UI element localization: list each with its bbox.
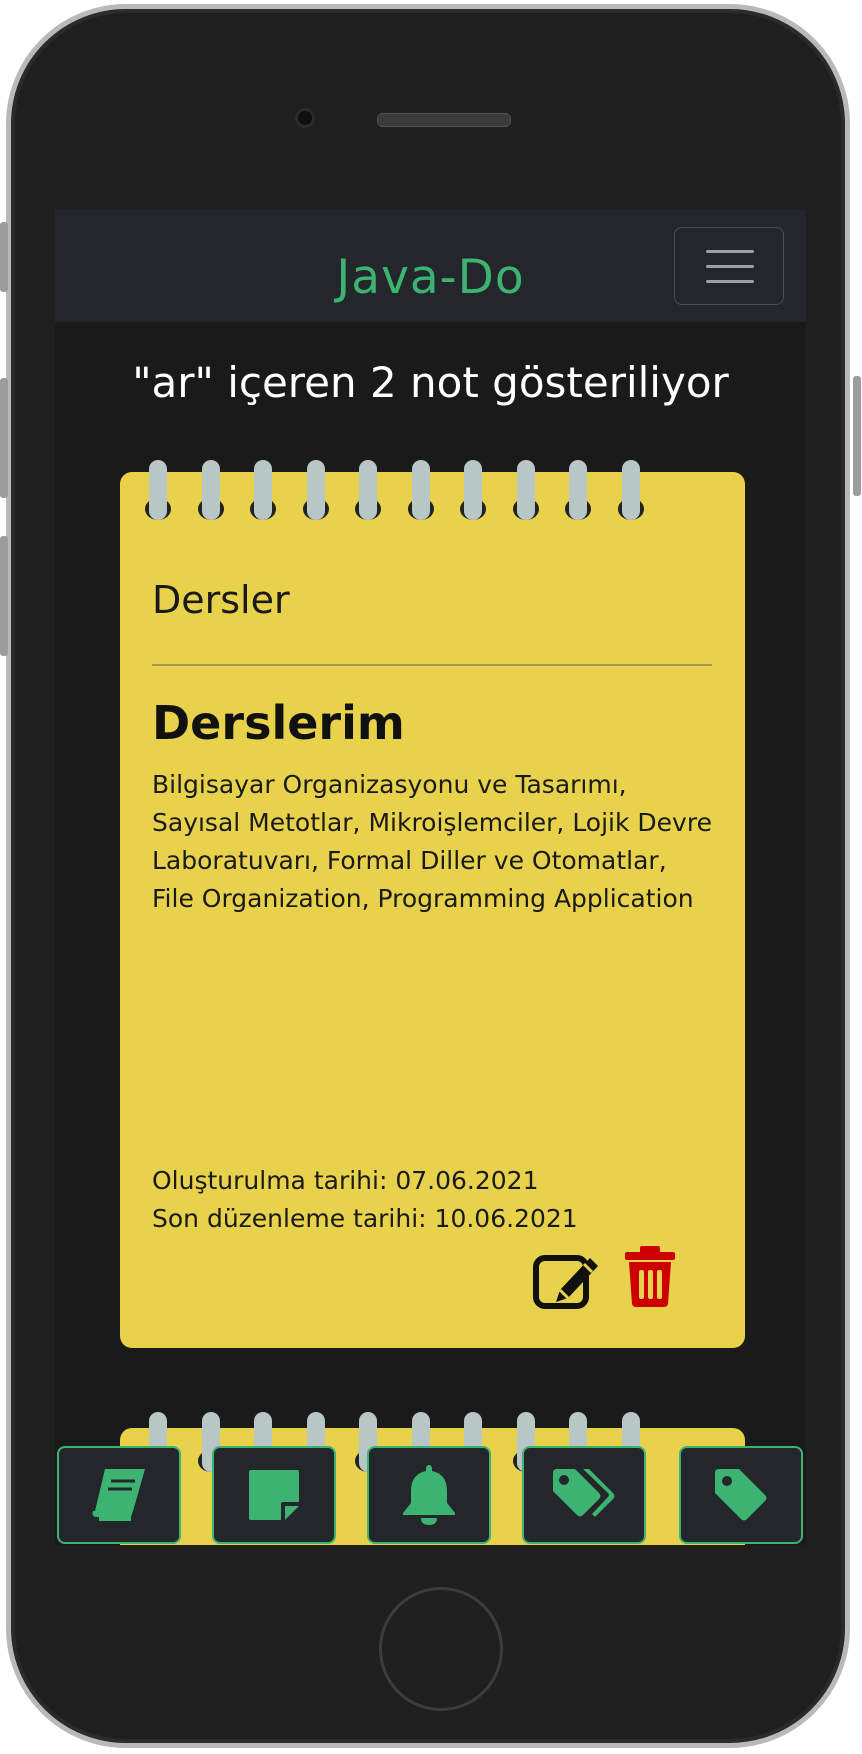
- binding-ring: [306, 460, 325, 520]
- tag-icon: [715, 1469, 767, 1521]
- search-result-text: "ar" içeren 2 not gösteriliyor: [132, 358, 729, 407]
- binding-ring: [464, 460, 482, 520]
- mute-switch: [0, 222, 8, 292]
- binding-ring: [569, 460, 587, 520]
- volume-up-button: [0, 378, 8, 498]
- edited-date: Son düzenleme tarihi: 10.06.2021: [152, 1204, 578, 1233]
- binding-ring: [149, 460, 167, 520]
- power-button: [853, 376, 861, 496]
- binding-ring: [621, 460, 640, 520]
- sticky-note-icon: [249, 1470, 299, 1520]
- note-card: Dersler Derslerim Bilgisayar Organizasyo…: [120, 460, 745, 1348]
- note-title: Derslerim: [152, 696, 405, 750]
- top-navbar: Java-Do: [55, 210, 806, 322]
- menu-toggle-button[interactable]: [674, 227, 784, 305]
- trash-icon: [625, 1246, 675, 1307]
- binding-ring: [359, 460, 377, 520]
- app-screen: Java-Do "ar" içeren 2 not gösteriliyor D…: [55, 210, 806, 1545]
- note-category: Dersler: [152, 578, 290, 622]
- delete-button[interactable]: [622, 1244, 678, 1308]
- created-date: Oluşturulma tarihi: 07.06.2021: [152, 1166, 539, 1195]
- edit-button[interactable]: [532, 1248, 602, 1310]
- book-icon: [92, 1469, 145, 1521]
- volume-down-button: [0, 536, 8, 656]
- note-dates: Oluşturulma tarihi: 07.06.2021 Son düzen…: [152, 1162, 578, 1238]
- home-button[interactable]: [379, 1587, 503, 1711]
- categories-button[interactable]: [522, 1446, 646, 1544]
- tag-button[interactable]: [679, 1446, 803, 1544]
- reminders-button[interactable]: [367, 1446, 491, 1544]
- tags-icon: [553, 1469, 615, 1517]
- divider: [152, 664, 712, 666]
- binding-ring: [201, 460, 220, 520]
- binding-ring: [411, 460, 430, 520]
- notes-button[interactable]: [212, 1446, 336, 1544]
- notebooks-button[interactable]: [57, 1446, 181, 1544]
- speaker-grille: [377, 113, 511, 127]
- binding-ring: [254, 460, 272, 520]
- front-camera: [298, 111, 312, 125]
- bell-icon: [403, 1465, 455, 1525]
- edit-icon: [533, 1255, 598, 1309]
- note-body: Bilgisayar Organizasyonu ve Tasarımı, Sa…: [152, 770, 712, 913]
- bottom-navbar: [55, 1446, 806, 1545]
- binding-ring: [516, 460, 535, 520]
